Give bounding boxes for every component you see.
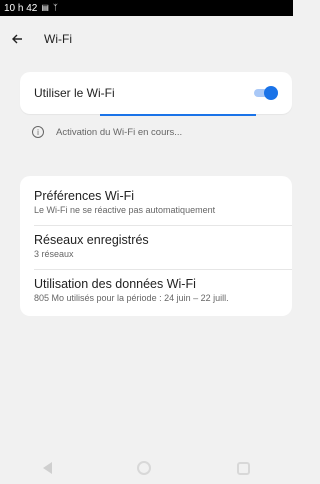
list-item-subtitle: 805 Mo utilisés pour la période : 24 jui…	[34, 293, 229, 303]
wifi-settings-card: Préférences Wi-Fi Le Wi-Fi ne se réactiv…	[20, 176, 292, 316]
system-nav-bar	[0, 452, 293, 484]
back-arrow-icon[interactable]	[6, 28, 28, 50]
network-icon: ᛉ	[52, 3, 58, 12]
recents-square-icon[interactable]	[237, 461, 251, 475]
status-time: 10 h 42	[4, 2, 38, 14]
message-icon: ▤	[41, 3, 49, 12]
wifi-status-message: i Activation du Wi-Fi en cours...	[32, 126, 182, 138]
back-triangle-icon[interactable]	[42, 462, 52, 474]
list-item-subtitle: 3 réseaux	[34, 249, 74, 259]
home-circle-icon[interactable]	[137, 461, 152, 475]
page-title: Wi-Fi	[44, 32, 72, 46]
activation-progress	[20, 114, 292, 116]
app-toolbar: Wi-Fi	[0, 16, 293, 62]
list-item-saved-networks[interactable]: Réseaux enregistrés 3 réseaux	[34, 233, 282, 260]
list-item-subtitle: Le Wi-Fi ne se réactive pas automatiquem…	[34, 205, 216, 215]
list-item-wifi-preferences[interactable]: Préférences Wi-Fi Le Wi-Fi ne se réactiv…	[34, 189, 282, 216]
list-item-title: Préférences Wi-Fi	[34, 189, 135, 203]
list-item-title: Réseaux enregistrés	[34, 233, 149, 247]
info-icon: i	[32, 126, 44, 138]
divider	[34, 225, 292, 226]
wifi-toggle-label: Utiliser le Wi-Fi	[34, 86, 115, 100]
progress-indicator	[100, 114, 256, 116]
wifi-status-text: Activation du Wi-Fi en cours...	[56, 126, 183, 138]
wifi-toggle-row[interactable]: Utiliser le Wi-Fi	[20, 72, 292, 114]
divider	[34, 269, 292, 270]
toggle-thumb	[264, 86, 278, 100]
wifi-toggle-switch[interactable]	[254, 86, 278, 100]
list-item-title: Utilisation des données Wi-Fi	[34, 277, 196, 291]
status-bar: 10 h 42 ▤ ᛉ	[0, 0, 293, 16]
list-item-data-usage[interactable]: Utilisation des données Wi-Fi 805 Mo uti…	[34, 277, 282, 304]
